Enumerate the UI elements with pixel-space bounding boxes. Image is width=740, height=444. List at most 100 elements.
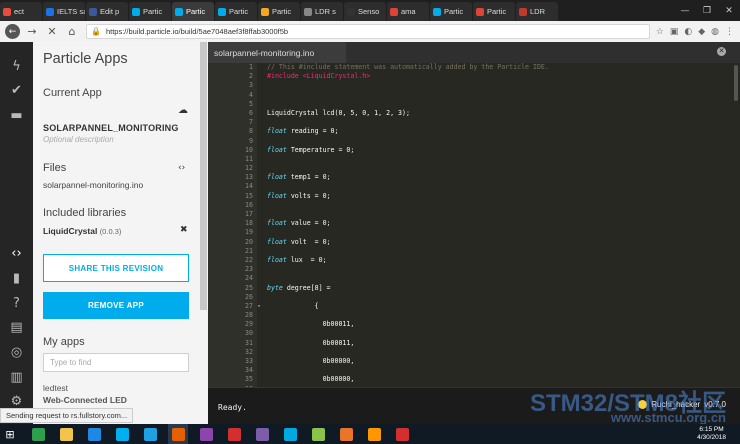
extension-icon[interactable]: ◍: [711, 27, 719, 37]
code-line[interactable]: 34: [208, 366, 740, 376]
home-icon[interactable]: ⌂: [64, 24, 80, 40]
app-icon[interactable]: [252, 424, 272, 444]
code-line[interactable]: 19: [208, 228, 740, 238]
browser-tab[interactable]: Partic: [258, 2, 300, 21]
share-revision-button[interactable]: SHARE THIS REVISION: [43, 254, 189, 282]
maximize-icon[interactable]: ❐: [696, 6, 718, 16]
code-line[interactable]: 29 0b00011,: [208, 320, 740, 330]
code-line[interactable]: 26: [208, 292, 740, 302]
code-icon[interactable]: ‹›: [8, 245, 25, 262]
code-line[interactable]: 14: [208, 182, 740, 192]
browser-tab[interactable]: LDR: [516, 2, 558, 21]
code-line[interactable]: 21: [208, 246, 740, 256]
menu-icon[interactable]: ⋮: [725, 27, 734, 37]
notepad-icon[interactable]: [308, 424, 328, 444]
app-list-item[interactable]: ledtest: [43, 383, 68, 393]
maps-icon[interactable]: [392, 424, 412, 444]
code-line[interactable]: 12: [208, 164, 740, 174]
browser-tab[interactable]: Partic: [129, 2, 171, 21]
sublime-icon[interactable]: [364, 424, 384, 444]
code-line[interactable]: 18 float value = 0;: [208, 219, 740, 229]
extension-icon[interactable]: ◐: [684, 27, 692, 37]
code-line[interactable]: 8 float reading = 0;: [208, 127, 740, 137]
code-line[interactable]: 20 float volt = 0;: [208, 237, 740, 247]
verify-icon[interactable]: ✔: [8, 82, 25, 99]
code-line[interactable]: 22 float lux = 0;: [208, 255, 740, 266]
file-tab[interactable]: solarpannel-monitoring.ino: [208, 42, 346, 63]
flash-icon[interactable]: ϟ: [8, 58, 25, 75]
code-line[interactable]: 5: [208, 99, 740, 109]
back-icon[interactable]: ←: [5, 24, 20, 39]
code-area[interactable]: 1 // This #include statement was automati…: [208, 63, 740, 387]
folder-icon[interactable]: ▬: [8, 107, 25, 124]
defender-icon[interactable]: [84, 424, 104, 444]
extension-icon[interactable]: ▣: [670, 27, 679, 37]
browser-tab[interactable]: Senso: [344, 2, 386, 21]
code-line[interactable]: 1 // This #include statement was automati…: [208, 63, 740, 73]
close-icon[interactable]: ✕: [718, 6, 740, 16]
code-line[interactable]: 27 ▾ {: [208, 301, 740, 312]
code-line[interactable]: 30: [208, 329, 740, 339]
skype-icon[interactable]: [112, 424, 132, 444]
code-line[interactable]: 2 #include <LiquidCrystal.h>: [208, 72, 740, 82]
start-icon[interactable]: ⊞: [0, 424, 20, 444]
code-line[interactable]: 32: [208, 347, 740, 357]
remove-library-icon[interactable]: ✖: [180, 225, 188, 235]
code-line[interactable]: 10 float Temperature = 0;: [208, 145, 740, 155]
app-list-item[interactable]: Web-Connected LED: [43, 395, 127, 405]
browser-tab[interactable]: LDR s: [301, 2, 343, 21]
foxit-icon[interactable]: [224, 424, 244, 444]
close-file-icon[interactable]: ✕: [717, 47, 726, 56]
code-line[interactable]: 11: [208, 154, 740, 165]
matlab-icon[interactable]: [336, 424, 356, 444]
c-icon[interactable]: [280, 424, 300, 444]
browser-tab[interactable]: ama: [387, 2, 429, 21]
editor-scrollbar[interactable]: [734, 65, 738, 101]
browser-tab[interactable]: Partic: [172, 2, 214, 21]
app-search-input[interactable]: [43, 353, 189, 372]
minimize-icon[interactable]: —: [674, 6, 696, 16]
chart-icon[interactable]: ▥: [8, 369, 25, 386]
code-line[interactable]: 7: [208, 118, 740, 128]
code-line[interactable]: 4: [208, 90, 740, 100]
code-line[interactable]: 25 byte degree[8] =: [208, 283, 740, 293]
system-clock[interactable]: 6:15 PM 4/30/2018: [697, 426, 726, 442]
code-line[interactable]: 24: [208, 274, 740, 284]
cloud-icon[interactable]: ☁: [178, 105, 188, 116]
code-toggle-icon[interactable]: ‹›: [178, 163, 185, 173]
code-line[interactable]: 33 0b00000,: [208, 357, 740, 367]
browser-tab[interactable]: Partic: [215, 2, 257, 21]
code-line[interactable]: 6 LiquidCrystal lcd(0, 5, 0, 1, 2, 3);: [208, 108, 740, 119]
sidebar-scrollbar[interactable]: [200, 42, 207, 310]
address-bar[interactable]: 🔒 https://build.particle.io/build/5ae704…: [86, 24, 650, 39]
code-line[interactable]: 23: [208, 265, 740, 275]
browser-tab[interactable]: Partic: [430, 2, 472, 21]
visualstudio-icon[interactable]: [196, 424, 216, 444]
target-icon[interactable]: ◎: [8, 344, 25, 361]
browser-tab[interactable]: ect: [0, 2, 42, 21]
code-line[interactable]: 31 0b00011,: [208, 338, 740, 348]
code-line[interactable]: 13 float temp1 = 0;: [208, 173, 740, 183]
bookmark-icon[interactable]: ▮: [8, 270, 25, 287]
app-description[interactable]: Optional description: [43, 135, 114, 144]
file-item[interactable]: solarpannel-monitoring.ino: [43, 180, 143, 190]
browser-tab[interactable]: IELTS sam: [43, 2, 85, 21]
explorer-icon[interactable]: [56, 424, 76, 444]
store-icon[interactable]: [28, 424, 48, 444]
code-line[interactable]: 9: [208, 136, 740, 146]
code-line[interactable]: 17: [208, 210, 740, 220]
library-item[interactable]: LiquidCrystal (0.0.3): [43, 226, 121, 236]
code-line[interactable]: 28: [208, 311, 740, 321]
docs-icon[interactable]: ▤: [8, 319, 25, 336]
help-icon[interactable]: ?: [8, 295, 25, 312]
ie-icon[interactable]: [140, 424, 160, 444]
remove-app-button[interactable]: REMOVE APP: [43, 292, 189, 319]
code-line[interactable]: 16: [208, 200, 740, 210]
stop-icon[interactable]: ✕: [44, 24, 60, 40]
firefox-icon[interactable]: [168, 424, 188, 444]
code-line[interactable]: 15 float volts = 0;: [208, 191, 740, 201]
extension-icon[interactable]: ◆: [698, 27, 705, 37]
browser-tab[interactable]: Partic: [473, 2, 515, 21]
forward-icon[interactable]: →: [24, 24, 40, 40]
code-line[interactable]: 3: [208, 81, 740, 91]
